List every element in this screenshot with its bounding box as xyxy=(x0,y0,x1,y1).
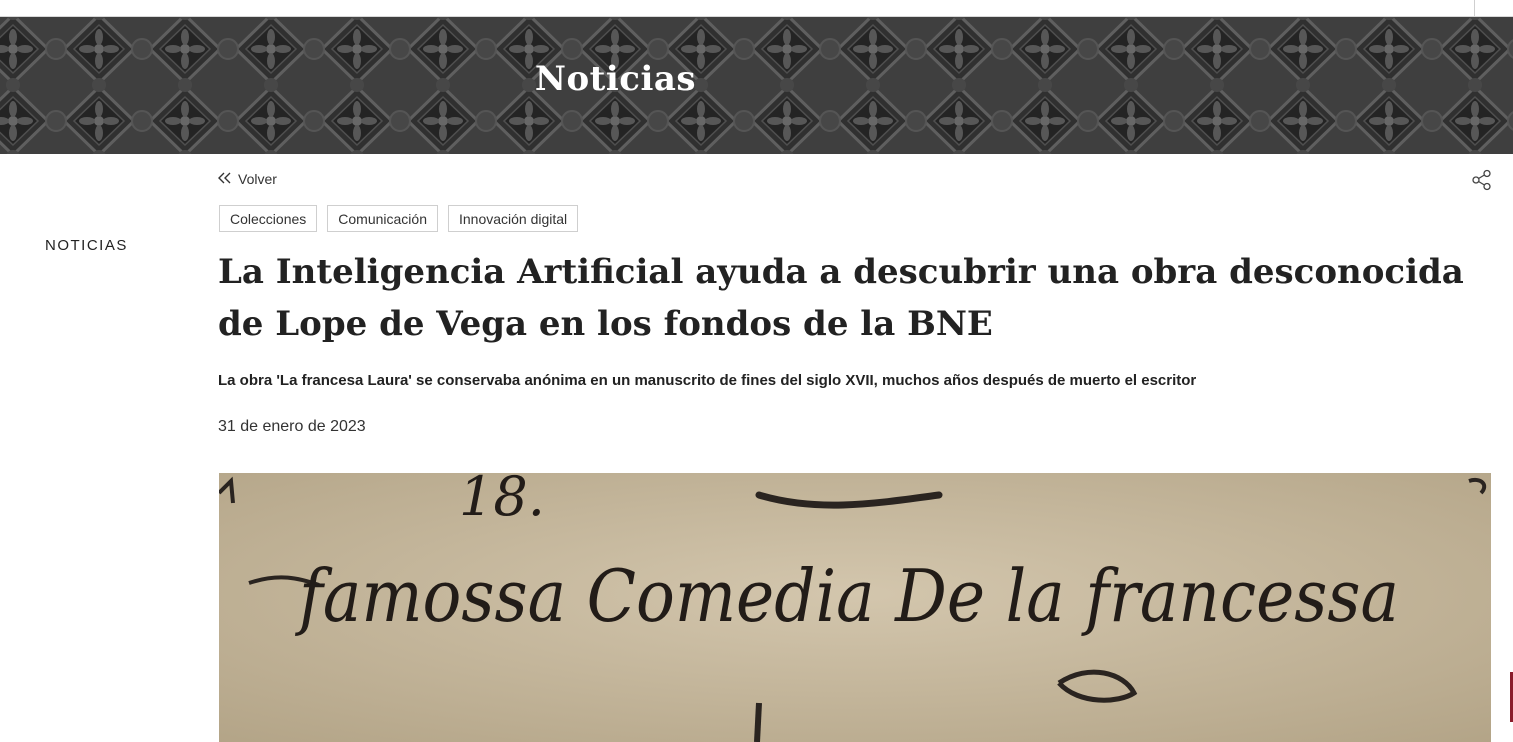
manuscript-line-2: famossa Comedia De la francessa xyxy=(295,554,1399,638)
manuscript-line-1: 18. xyxy=(459,473,545,528)
top-bar xyxy=(0,0,1513,17)
tag-innovacion-digital[interactable]: Innovación digital xyxy=(447,205,579,232)
tag-comunicacion[interactable]: Comunicación xyxy=(327,205,438,232)
tag-colecciones[interactable]: Colecciones xyxy=(219,205,318,232)
article-date: 31 de enero de 2023 xyxy=(218,418,366,435)
article-image: 18. famossa Comedia De la francessa xyxy=(219,473,1491,742)
back-link[interactable]: Volver xyxy=(218,171,277,187)
share-icon[interactable] xyxy=(1471,169,1493,191)
article-subtitle: La obra 'La francesa Laura' se conservab… xyxy=(218,372,1197,389)
article-title: La Inteligencia Artificial ayuda a descu… xyxy=(218,252,1464,344)
banner-title: Noticias xyxy=(534,59,697,99)
back-link-label: Volver xyxy=(238,171,277,187)
sidebar-section-label: NOTICIAS xyxy=(45,237,128,254)
page-banner: Noticias xyxy=(0,17,1513,154)
double-chevron-left-icon xyxy=(218,171,232,187)
top-bar-divider xyxy=(1474,0,1475,16)
manuscript-image: 18. famossa Comedia De la francessa xyxy=(219,473,1491,742)
category-tags: Colecciones Comunicación Innovación digi… xyxy=(219,205,579,232)
